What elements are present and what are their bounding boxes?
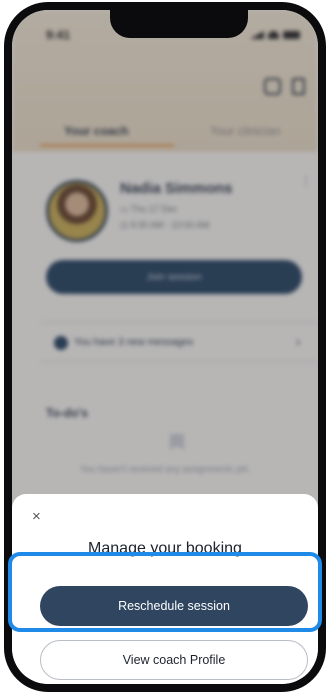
view-coach-profile-button[interactable]: View coach Profile: [40, 640, 308, 680]
phone-frame: 9:41 Your coach Your clinician Nadia Sim…: [4, 2, 326, 692]
reschedule-session-button[interactable]: Reschedule session: [40, 586, 308, 626]
screen: 9:41 Your coach Your clinician Nadia Sim…: [12, 10, 318, 684]
close-icon[interactable]: ×: [32, 509, 41, 524]
notch: [110, 10, 248, 38]
sheet-title: Manage your booking: [88, 540, 242, 557]
manage-booking-sheet: × Manage your booking Reschedule session…: [12, 494, 318, 684]
